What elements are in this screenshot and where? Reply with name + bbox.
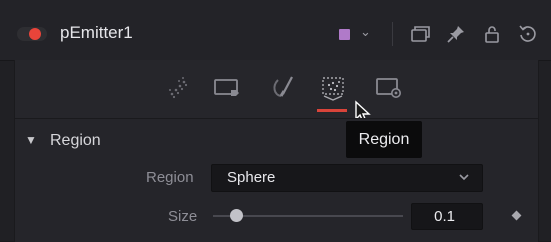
brush-icon[interactable] [268, 72, 298, 102]
active-tab-indicator [317, 109, 347, 112]
chevron-down-icon [459, 174, 469, 181]
region-icon[interactable] [318, 72, 348, 102]
size-label: Size [168, 208, 198, 225]
size-slider-handle[interactable] [230, 209, 243, 222]
header-divider [392, 22, 393, 46]
section-collapse-chevron-icon[interactable]: ▼ [25, 133, 37, 147]
node-enable-toggle[interactable] [17, 27, 47, 41]
toggle-indicator [29, 28, 41, 40]
node-header: pEmitter1 ⌄ [0, 0, 551, 61]
color-chevron-down-icon[interactable]: ⌄ [360, 24, 371, 40]
tab-tooltip: Region [346, 121, 422, 158]
particles-icon[interactable] [163, 72, 193, 102]
region-label: Region [146, 169, 194, 186]
lock-icon[interactable] [481, 23, 503, 45]
node-title: pEmitter1 [60, 23, 133, 42]
node-color-swatch[interactable] [339, 29, 350, 40]
region-dropdown[interactable]: Sphere [211, 164, 483, 192]
version-icon[interactable] [409, 23, 431, 45]
settings-icon[interactable] [374, 72, 404, 102]
size-value: 0.1 [434, 208, 455, 225]
pin-icon[interactable] [445, 23, 467, 45]
tool-tab-bar [14, 60, 539, 123]
section-title[interactable]: Region [50, 132, 101, 150]
inspector-panel: pEmitter1 ⌄ ▼ Region Region Region Spher… [0, 0, 551, 242]
tag-icon[interactable] [212, 72, 242, 102]
reset-icon[interactable] [517, 23, 539, 45]
region-dropdown-value: Sphere [227, 169, 276, 186]
size-value-field[interactable]: 0.1 [411, 203, 483, 230]
